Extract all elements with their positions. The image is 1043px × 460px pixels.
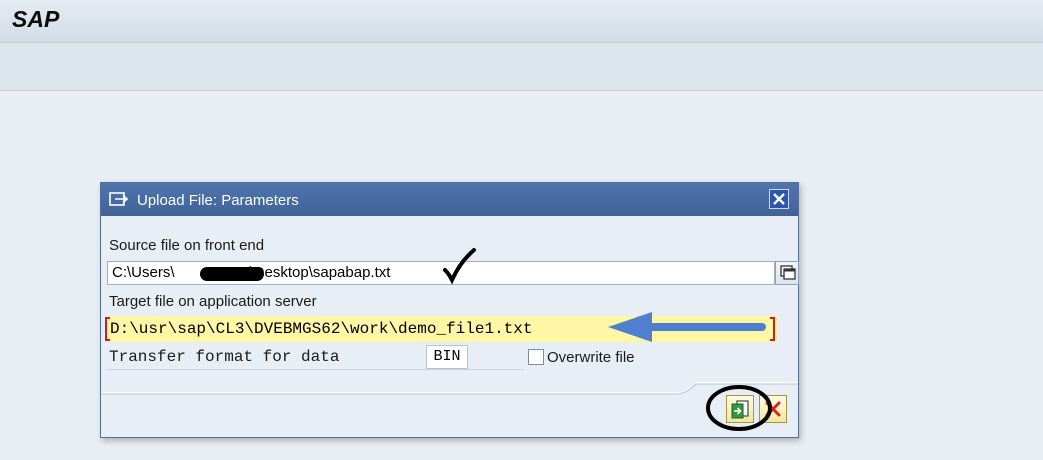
execute-icon (731, 400, 749, 419)
source-path-prefix: C:\Users\ (112, 264, 175, 281)
required-marker-left (105, 317, 110, 341)
application-toolbar (0, 43, 1043, 91)
upload-dialog-icon (109, 192, 129, 206)
source-path-suffix: \Desktop\sapabap.txt (249, 264, 391, 281)
close-button[interactable] (769, 189, 789, 209)
footer-separator (101, 382, 798, 395)
value-help-icon (780, 265, 796, 280)
close-icon (773, 193, 785, 205)
cancel-x-icon (765, 401, 781, 417)
source-file-input[interactable]: C:\Users\ \Desktop\sapabap.txt (107, 261, 775, 285)
dialog-header: Upload File: Parameters (101, 183, 798, 216)
app-title: SAP (12, 6, 60, 32)
target-file-input[interactable]: D:\usr\sap\CL3\DVEBMGS62\work\demo_file1… (107, 316, 777, 342)
upload-file-dialog: Upload File: Parameters Source file on f… (100, 182, 799, 438)
target-file-label: Target file on application server (109, 293, 317, 310)
transfer-format-label: Transfer format for data (109, 348, 340, 366)
overwrite-label: Overwrite file (547, 349, 635, 366)
continue-button[interactable] (726, 395, 754, 423)
title-bar: SAP (0, 0, 1043, 43)
required-marker-right (770, 317, 775, 341)
dialog-title: Upload File: Parameters (137, 192, 299, 209)
cancel-button[interactable] (759, 395, 787, 423)
field-divider (107, 369, 524, 370)
transfer-format-input[interactable]: BIN (426, 345, 468, 369)
source-file-browse-button[interactable] (775, 261, 799, 285)
source-file-label: Source file on front end (109, 237, 265, 254)
overwrite-checkbox[interactable] (528, 349, 544, 365)
redaction-mark (200, 267, 264, 281)
